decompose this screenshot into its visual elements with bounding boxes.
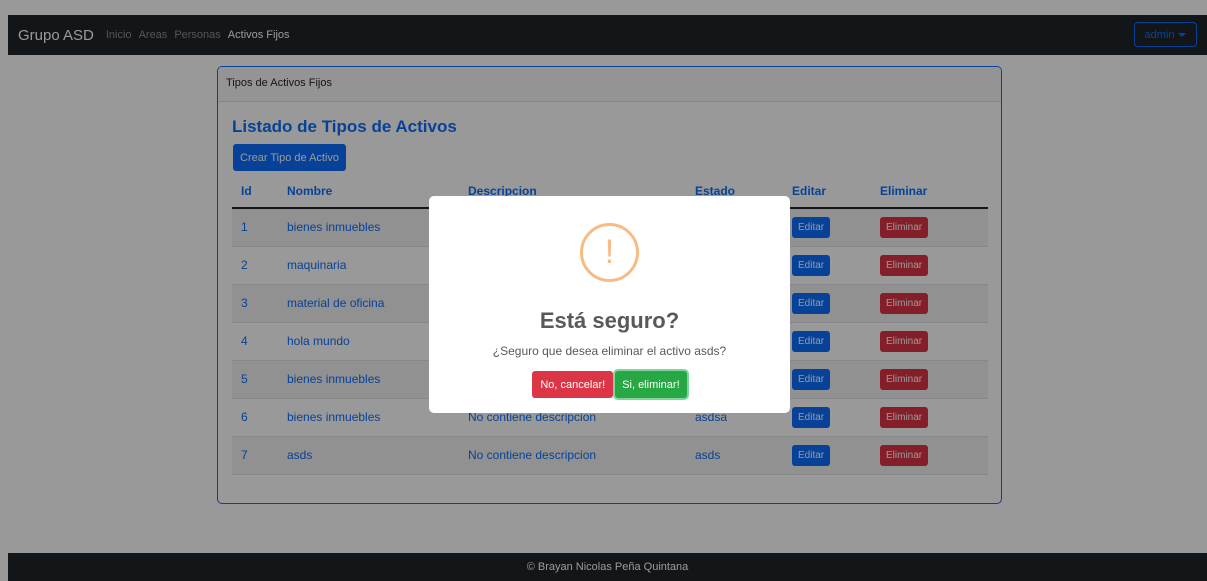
app-frame: Grupo ASD Inicio Areas Personas Activos … (0, 0, 1207, 581)
confirm-delete-dialog: ! Está seguro? ¿Seguro que desea elimina… (429, 196, 790, 413)
warning-icon: ! (580, 223, 639, 282)
dialog-message: ¿Seguro que desea eliminar el activo asd… (492, 344, 727, 358)
cancel-button[interactable]: No, cancelar! (532, 371, 614, 398)
dialog-actions: No, cancelar! Si, eliminar! (429, 371, 790, 398)
confirm-delete-button[interactable]: Si, eliminar! (615, 371, 687, 398)
dialog-title: Está seguro? (539, 308, 680, 333)
